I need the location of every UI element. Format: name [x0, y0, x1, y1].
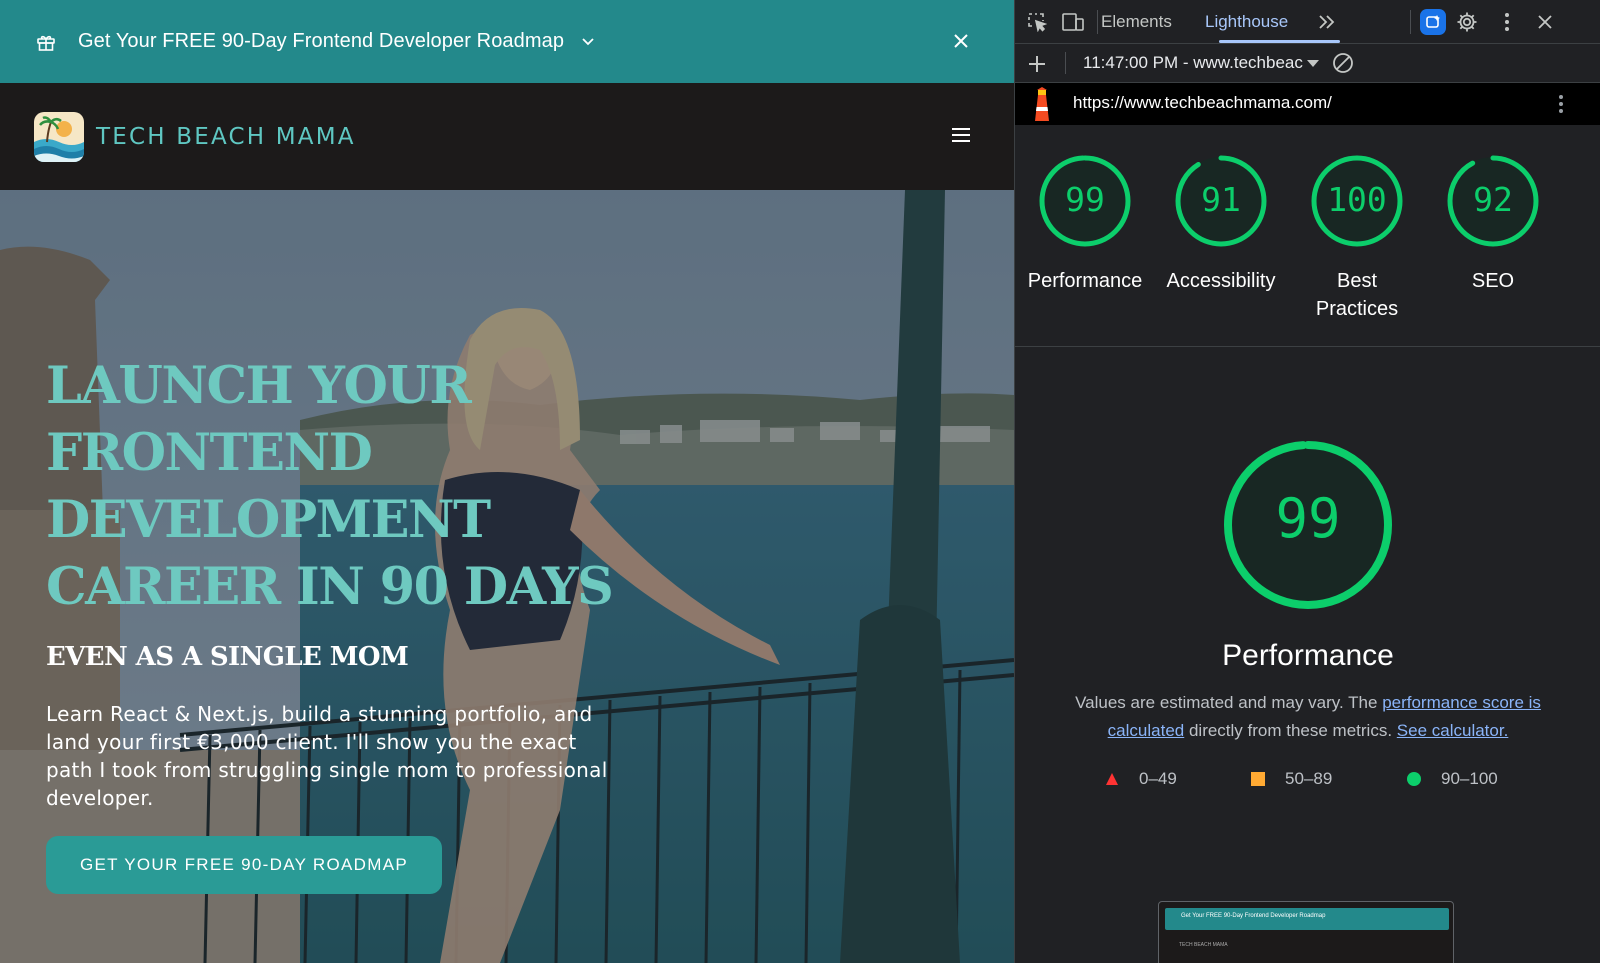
performance-title: Performance [1222, 639, 1394, 672]
device-toolbar-icon[interactable] [1061, 10, 1085, 34]
thumbnail-promo-bar [1165, 908, 1449, 930]
chevron-down-icon[interactable] [578, 32, 598, 52]
plus-icon[interactable] [1025, 52, 1049, 76]
triangle-icon [1106, 773, 1118, 785]
performance-big-score: 99 [1275, 487, 1341, 550]
square-icon [1251, 772, 1265, 786]
caret-down-icon[interactable] [1301, 52, 1325, 76]
menu-icon[interactable] [950, 125, 972, 145]
gauge-score: 91 [1201, 180, 1241, 219]
gauge-label: Best Practices [1315, 270, 1399, 320]
legend-item-pass: 90–100 [1407, 769, 1498, 789]
website-viewport: Get Your FREE 90-Day Frontend Developer … [0, 0, 1014, 963]
thumbnail-brand: TECH BEACH MAMA [1179, 942, 1228, 948]
report-select[interactable]: 11:47:00 PM - www.techbeachmama.com [1083, 53, 1303, 73]
gauge-performance[interactable]: 99 Performance [1015, 153, 1155, 295]
note-text: Values are estimated and may vary. The [1075, 693, 1383, 712]
lighthouse-icon [1029, 86, 1055, 122]
promo-banner[interactable]: Get Your FREE 90-Day Frontend Developer … [0, 0, 1014, 83]
hero-body: Learn React & Next.js, build a stunning … [46, 702, 608, 810]
gauge-label: Accessibility [1166, 270, 1276, 292]
score-legend: 0–49 50–89 90–100 [1015, 769, 1600, 797]
gauge-score: 100 [1327, 180, 1387, 219]
gauge-label: SEO [1471, 270, 1515, 292]
gauge-score: 92 [1473, 180, 1513, 219]
performance-section: 99 Performance Values are estimated and … [1015, 347, 1600, 963]
legend-range: 50–89 [1285, 769, 1333, 788]
clear-icon[interactable] [1331, 51, 1355, 75]
hero-headline: LAUNCH YOUR FRONTEND DEVELOPMENT CAREER … [46, 353, 666, 621]
legend-range: 90–100 [1441, 769, 1498, 788]
promo-text[interactable]: Get Your FREE 90-Day Frontend Developer … [78, 30, 564, 53]
headline-line: CAREER IN 90 DAYS [46, 557, 614, 617]
gauge-label: Performance [1027, 270, 1143, 292]
performance-note: Values are estimated and may vary. The p… [1055, 689, 1561, 745]
active-tab-indicator [1219, 40, 1340, 43]
devtools-tabbar: Elements Lighthouse [1015, 0, 1600, 44]
brand-name[interactable]: TECH BEACH MAMA [96, 124, 356, 150]
inspect-element-icon[interactable] [1025, 10, 1049, 34]
headline-line: DEVELOPMENT [46, 490, 491, 550]
ai-assistance-icon[interactable] [1420, 9, 1446, 35]
site-header: TECH BEACH MAMA [0, 83, 1014, 190]
headline-line: LAUNCH YOUR [46, 356, 472, 416]
logo-icon[interactable] [34, 111, 84, 162]
gear-icon[interactable] [1455, 10, 1479, 34]
gauge-score: 99 [1065, 180, 1105, 219]
note-text: directly from these metrics. [1184, 721, 1397, 740]
legend-item-fail: 0–49 [1105, 769, 1177, 789]
tab-elements[interactable]: Elements [1101, 12, 1172, 32]
audited-url: https://www.techbeachmama.com/ [1073, 93, 1332, 112]
hero-subheadline: EVEN AS A SINGLE MOM [46, 642, 409, 672]
audited-url-bar: https://www.techbeachmama.com/ [1015, 83, 1600, 125]
lighthouse-toolbar: 11:47:00 PM - www.techbeachmama.com [1015, 44, 1600, 83]
gauge-seo[interactable]: 92 SEO [1423, 153, 1563, 295]
thumbnail-promo-text: Get Your FREE 90-Day Frontend Developer … [1181, 913, 1326, 919]
legend-item-average: 50–89 [1251, 769, 1332, 789]
tab-lighthouse[interactable]: Lighthouse [1205, 12, 1288, 32]
close-banner-icon[interactable] [950, 30, 972, 52]
legend-range: 0–49 [1139, 769, 1177, 788]
gauge-accessibility[interactable]: 91 Accessibility [1151, 153, 1291, 295]
more-options-icon[interactable] [1495, 10, 1519, 34]
score-gauges: 99 Performance 91 Accessibility 100 Best… [1015, 125, 1600, 347]
gift-icon [34, 30, 58, 54]
headline-line: FRONTEND [46, 423, 373, 483]
hero-section: LAUNCH YOUR FRONTEND DEVELOPMENT CAREER … [0, 190, 1014, 963]
page-screenshot-thumbnail[interactable]: Get Your FREE 90-Day Frontend Developer … [1158, 901, 1454, 963]
report-menu-icon[interactable] [1549, 92, 1573, 116]
see-calculator-link[interactable]: See calculator. [1397, 721, 1509, 740]
roadmap-cta-button[interactable]: GET YOUR FREE 90-DAY ROADMAP [46, 836, 442, 894]
close-devtools-icon[interactable] [1533, 10, 1557, 34]
more-tabs-icon[interactable] [1315, 10, 1339, 34]
gauge-best-practices[interactable]: 100 Best Practices [1287, 153, 1427, 323]
devtools-panel: Elements Lighthouse 11:47:00 PM - www.te… [1014, 0, 1600, 963]
circle-icon [1407, 772, 1421, 786]
